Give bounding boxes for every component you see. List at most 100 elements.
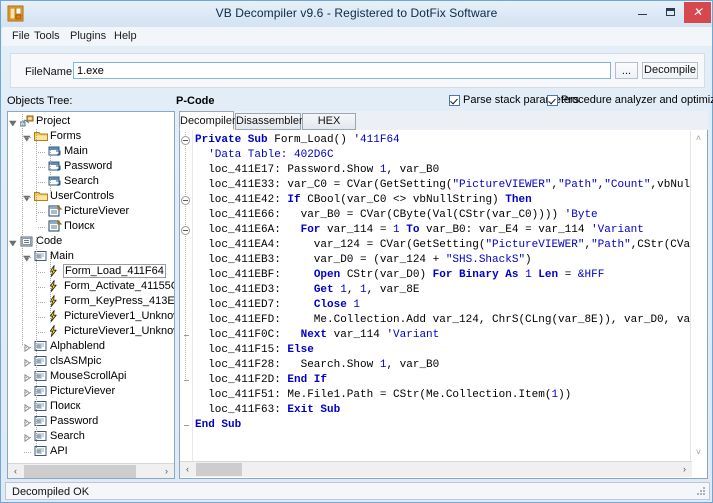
code-vertical-scrollbar[interactable]: ˄ ˅ xyxy=(690,131,706,461)
menu-item-help[interactable]: Help xyxy=(112,30,139,44)
tree-item-mousescrollapi[interactable]: ▤MouseScrollApi xyxy=(8,369,174,384)
scroll-left-icon[interactable]: ‹ xyxy=(8,464,23,479)
tree-item-alphablend[interactable]: ▤Alphablend xyxy=(8,339,174,354)
pcode-label: P-Code xyxy=(176,95,215,107)
code-token: End Sub xyxy=(195,419,241,431)
expander-open-icon[interactable] xyxy=(9,238,17,246)
tree-item-project[interactable]: Project xyxy=(8,114,174,129)
code-line: loc_411ED7: Close 1 xyxy=(208,298,360,313)
scroll-right-icon[interactable]: › xyxy=(677,462,692,477)
menu-item-plugins[interactable]: Plugins xyxy=(68,30,108,44)
code-token: Next xyxy=(301,329,334,341)
code-token: "Path" xyxy=(558,179,598,191)
resize-grip-icon[interactable] xyxy=(696,487,706,497)
tree-item-main[interactable]: ▤Main xyxy=(8,249,174,264)
tree-item-label: PictureViever1_UnknownE xyxy=(64,310,174,322)
tree-item-label: Поиск xyxy=(50,400,80,412)
menu-item-tools[interactable]: Tools xyxy=(32,30,62,44)
code-line: loc_411E42: If CBool(var_C0 <> vbNullStr… xyxy=(208,193,531,208)
code-token: loc_411F2D: xyxy=(208,374,287,386)
tree-item-usercontrols[interactable]: UserControls xyxy=(8,189,174,204)
tree-item-forms[interactable]: Forms xyxy=(8,129,174,144)
tab-hex-editor[interactable]: HEX Editor xyxy=(302,113,356,130)
tree-connector xyxy=(24,137,31,138)
tree-item-label: Password xyxy=(50,415,98,427)
tree-item-label: MouseScrollApi xyxy=(50,370,126,382)
tab-decompiler[interactable]: Decompiler xyxy=(179,111,234,130)
scrollbar-thumb[interactable] xyxy=(196,463,242,476)
close-button[interactable]: ✕ xyxy=(684,2,711,23)
tree-horizontal-scrollbar[interactable]: ‹ › xyxy=(8,463,174,479)
objects-tree-panel[interactable]: ProjectFormsMainPasswordSearchUserContro… xyxy=(7,111,175,479)
decompile-button[interactable]: Decompile xyxy=(642,62,698,79)
tree-item-label: Alphablend xyxy=(50,340,105,352)
code-token: = xyxy=(565,269,578,281)
code-token: &HFF xyxy=(578,269,604,281)
tree-item-pictureviever1-unknowne[interactable]: PictureViever1_UnknownE xyxy=(8,309,174,324)
tree-item-search[interactable]: Search xyxy=(8,174,174,189)
objects-tree-label: Objects Tree: xyxy=(7,95,72,107)
scroll-up-icon[interactable]: ˄ xyxy=(691,131,706,146)
scrollbar-thumb[interactable] xyxy=(24,465,136,478)
code-horizontal-scrollbar[interactable]: ‹ › xyxy=(180,461,692,477)
scroll-right-icon[interactable]: › xyxy=(159,464,174,479)
code-token: 1 xyxy=(393,224,400,236)
checkbox-icon xyxy=(547,95,558,106)
code-token: loc_411F0C: xyxy=(208,329,300,341)
tree-item-password[interactable]: Password xyxy=(8,159,174,174)
method-icon xyxy=(48,325,62,338)
code-token: For Binary As xyxy=(433,269,525,281)
tree-item-[interactable]: ▤Поиск xyxy=(8,399,174,414)
tree-connector xyxy=(24,407,31,408)
code-token: loc_411EB3: var_D0 = (var_124 + xyxy=(208,254,446,266)
tree-item-form-load-411f64[interactable]: Form_Load_411F64 xyxy=(8,264,174,279)
tree-connector xyxy=(38,167,45,168)
tree-item-label: PictureViever1_UnknownE xyxy=(64,325,174,337)
tree-item-search[interactable]: ▤Search xyxy=(8,429,174,444)
code-line: loc_411EBF: Open CStr(var_D0) For Binary… xyxy=(208,268,604,283)
tree-item-label: Search xyxy=(64,175,99,187)
tree-item-[interactable]: Поиск xyxy=(8,219,174,234)
browse-button[interactable]: ... xyxy=(615,62,638,79)
tab-disassembler[interactable]: Disassembler xyxy=(235,113,301,130)
code-line: End Sub xyxy=(195,418,241,433)
fold-collapse-icon[interactable] xyxy=(181,196,190,205)
status-text: Decompiled OK xyxy=(12,486,89,498)
scroll-down-icon[interactable]: ˅ xyxy=(691,445,706,460)
tree-item-pictureviever[interactable]: PictureViever xyxy=(8,204,174,219)
tree-item-clsasmpic[interactable]: ▤clsASMpic xyxy=(8,354,174,369)
tree-item-pictureviever[interactable]: ▤PictureViever xyxy=(8,384,174,399)
fold-collapse-icon[interactable] xyxy=(181,136,190,145)
code-token: loc_411F51: Me.File1.Path = CStr(Me.Coll… xyxy=(208,389,551,401)
menu-item-file[interactable]: File xyxy=(10,30,32,44)
svg-text:▤: ▤ xyxy=(36,449,41,455)
code-token: '411F64 xyxy=(353,134,399,146)
tree-item-code[interactable]: Code xyxy=(8,234,174,249)
maximize-button[interactable] xyxy=(656,2,684,23)
tree-item-main[interactable]: Main xyxy=(8,144,174,159)
tree-item-password[interactable]: ▤Password xyxy=(8,414,174,429)
tree-connector xyxy=(24,362,31,363)
minimize-button[interactable] xyxy=(628,2,656,23)
objects-tree-list: ProjectFormsMainPasswordSearchUserContro… xyxy=(8,112,174,463)
tree-item-api[interactable]: ▤API xyxy=(8,444,174,459)
usercontrol-icon xyxy=(48,205,62,218)
code-line: loc_411F0C: Next var_114 'Variant xyxy=(208,328,439,343)
tree-item-form-keypress-413e1c[interactable]: Form_KeyPress_413E1C xyxy=(8,294,174,309)
filename-input[interactable] xyxy=(73,62,611,79)
tree-guide-line xyxy=(50,252,51,324)
code-text[interactable]: Private Sub Form_Load() '411F64'Data Tab… xyxy=(193,130,695,461)
code-fold-gutter[interactable] xyxy=(180,130,193,461)
code-line: loc_411EFD: Me.Collection.Add var_124, C… xyxy=(208,313,695,328)
scroll-left-icon[interactable]: ‹ xyxy=(180,462,195,477)
tree-item-pictureviever1-unknowne[interactable]: PictureViever1_UnknownE xyxy=(8,324,174,339)
status-bar: Decompiled OK xyxy=(5,482,710,500)
fold-collapse-icon[interactable] xyxy=(181,226,190,235)
tree-item-label: Forms xyxy=(50,130,81,142)
code-view[interactable]: Private Sub Form_Load() '411F64'Data Tab… xyxy=(179,130,708,479)
tree-connector xyxy=(38,152,45,153)
tree-item-form-activate-41155c[interactable]: Form_Activate_41155C xyxy=(8,279,174,294)
code-token: 1 xyxy=(525,269,532,281)
tree-connector xyxy=(24,197,31,198)
expander-open-icon[interactable] xyxy=(9,118,17,126)
